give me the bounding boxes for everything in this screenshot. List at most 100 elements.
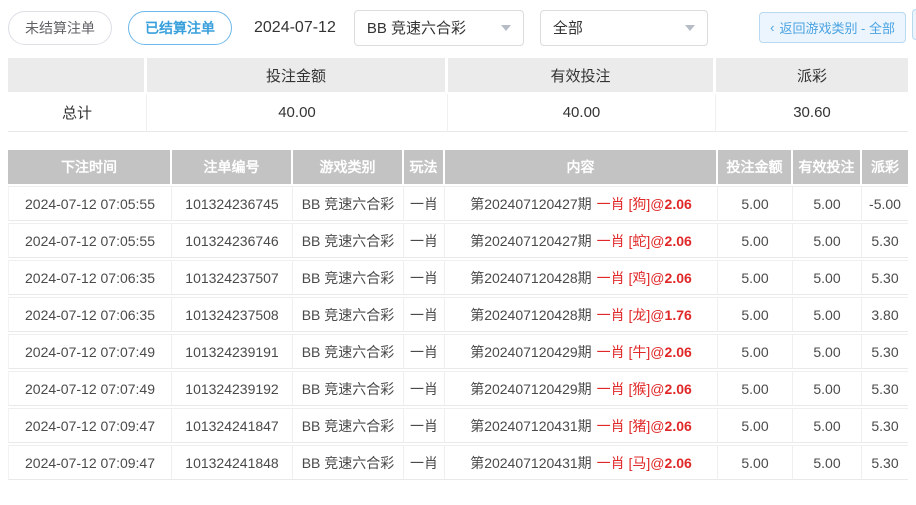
bet-period: 第202407120428期 — [470, 270, 591, 286]
cell-bet-time: 2024-07-12 07:05:55 — [8, 223, 172, 258]
chevron-down-icon — [685, 25, 695, 31]
cell-valid-bet: 5.00 — [793, 408, 862, 443]
game-type-select[interactable]: BB 竞速六合彩 — [354, 10, 524, 46]
table-row: 2024-07-12 07:06:35 101324237508 BB 竞速六合… — [8, 297, 908, 332]
cell-payout: 3.80 — [862, 297, 908, 332]
cell-game-type: BB 竞速六合彩 — [293, 297, 404, 332]
cell-order-no: 101324236745 — [172, 186, 293, 221]
cell-bet-amount: 5.00 — [718, 408, 793, 443]
cell-game-type: BB 竞速六合彩 — [293, 334, 404, 369]
cell-game-type: BB 竞速六合彩 — [293, 371, 404, 406]
bet-selection: 一肖 [猴]@ — [597, 381, 665, 397]
summary-header-valid-bet: 有效投注 — [448, 58, 716, 92]
orders-header-row: 下注时间 注单编号 游戏类别 玩法 内容 投注金额 有效投注 派彩 — [8, 150, 908, 184]
cell-valid-bet: 5.00 — [793, 297, 862, 332]
summary-total-row: 总计 40.00 40.00 30.60 — [8, 94, 908, 132]
cell-order-no: 101324237507 — [172, 260, 293, 295]
cell-payout: -5.00 — [862, 186, 908, 221]
chevron-down-icon — [501, 25, 511, 31]
cell-bet-time: 2024-07-12 07:09:47 — [8, 445, 172, 480]
table-row: 2024-07-12 07:05:55 101324236745 BB 竞速六合… — [8, 186, 908, 221]
col-header-order-no: 注单编号 — [172, 150, 293, 184]
bet-selection: 一肖 [龙]@ — [597, 307, 665, 323]
tab-unsettled-orders[interactable]: 未结算注单 — [8, 11, 112, 45]
summary-header-bet-amount: 投注金额 — [147, 58, 448, 92]
tab-settled-orders[interactable]: 已结算注单 — [128, 11, 232, 45]
cell-payout: 5.30 — [862, 223, 908, 258]
bet-odds: 2.06 — [665, 196, 692, 212]
cell-bet-amount: 5.00 — [718, 223, 793, 258]
cell-order-no: 101324239192 — [172, 371, 293, 406]
bet-period: 第202407120431期 — [470, 418, 591, 434]
cell-content: 第202407120429期一肖 [猴]@2.06 — [445, 371, 718, 406]
summary-table: 投注金额 有效投注 派彩 总计 40.00 40.00 30.60 — [8, 56, 908, 134]
table-row: 2024-07-12 07:07:49 101324239191 BB 竞速六合… — [8, 334, 908, 369]
cell-content: 第202407120427期一肖 [蛇]@2.06 — [445, 223, 718, 258]
bet-period: 第202407120429期 — [470, 381, 591, 397]
col-header-play-type: 玩法 — [404, 150, 445, 184]
filter-select[interactable]: 全部 — [540, 10, 708, 46]
bet-period: 第202407120427期 — [470, 196, 591, 212]
cell-valid-bet: 5.00 — [793, 334, 862, 369]
summary-header-payout: 派彩 — [716, 58, 908, 92]
col-header-bet-time: 下注时间 — [8, 150, 172, 184]
summary-payout-value: 30.60 — [716, 94, 908, 132]
cell-content: 第202407120429期一肖 [牛]@2.06 — [445, 334, 718, 369]
cell-play-type: 一肖 — [404, 223, 445, 258]
cell-valid-bet: 5.00 — [793, 260, 862, 295]
bet-period: 第202407120428期 — [470, 307, 591, 323]
cell-play-type: 一肖 — [404, 371, 445, 406]
bet-selection: 一肖 [蛇]@ — [597, 233, 665, 249]
bet-odds: 2.06 — [665, 381, 692, 397]
back-chevron-icon: ‹ — [770, 20, 774, 35]
cell-valid-bet: 5.00 — [793, 223, 862, 258]
bet-odds: 2.06 — [665, 233, 692, 249]
cell-content: 第202407120431期一肖 [马]@2.06 — [445, 445, 718, 480]
clipped-edge-button[interactable] — [912, 9, 916, 40]
cell-game-type: BB 竞速六合彩 — [293, 408, 404, 443]
back-to-game-category-button[interactable]: ‹ 返回游戏类别 - 全部 — [759, 12, 906, 43]
table-row: 2024-07-12 07:05:55 101324236746 BB 竞速六合… — [8, 223, 908, 258]
cell-play-type: 一肖 — [404, 334, 445, 369]
cell-order-no: 101324241848 — [172, 445, 293, 480]
summary-header-blank — [8, 58, 147, 92]
cell-content: 第202407120428期一肖 [鸡]@2.06 — [445, 260, 718, 295]
cell-payout: 5.30 — [862, 445, 908, 480]
bet-odds: 2.06 — [665, 344, 692, 360]
cell-play-type: 一肖 — [404, 260, 445, 295]
game-type-select-value: BB 竞速六合彩 — [367, 17, 466, 38]
cell-order-no: 101324239191 — [172, 334, 293, 369]
cell-bet-amount: 5.00 — [718, 445, 793, 480]
cell-game-type: BB 竞速六合彩 — [293, 223, 404, 258]
bet-period: 第202407120431期 — [470, 455, 591, 471]
cell-play-type: 一肖 — [404, 445, 445, 480]
cell-valid-bet: 5.00 — [793, 445, 862, 480]
summary-total-label: 总计 — [8, 94, 147, 132]
toolbar: 未结算注单 已结算注单 2024-07-12 BB 竞速六合彩 全部 ‹ 返回游戏… — [0, 0, 916, 48]
cell-bet-time: 2024-07-12 07:07:49 — [8, 371, 172, 406]
cell-valid-bet: 5.00 — [793, 371, 862, 406]
cell-order-no: 101324237508 — [172, 297, 293, 332]
cell-game-type: BB 竞速六合彩 — [293, 260, 404, 295]
bet-period: 第202407120429期 — [470, 344, 591, 360]
cell-content: 第202407120428期一肖 [龙]@1.76 — [445, 297, 718, 332]
back-button-label: 返回游戏类别 - 全部 — [779, 18, 895, 37]
col-header-game-type: 游戏类别 — [293, 150, 404, 184]
cell-payout: 5.30 — [862, 408, 908, 443]
col-header-valid-bet: 有效投注 — [793, 150, 862, 184]
orders-table: 下注时间 注单编号 游戏类别 玩法 内容 投注金额 有效投注 派彩 2024-0… — [8, 148, 908, 482]
cell-order-no: 101324236746 — [172, 223, 293, 258]
cell-play-type: 一肖 — [404, 186, 445, 221]
cell-payout: 5.30 — [862, 260, 908, 295]
cell-game-type: BB 竞速六合彩 — [293, 186, 404, 221]
bet-odds: 2.06 — [665, 418, 692, 434]
cell-bet-time: 2024-07-12 07:09:47 — [8, 408, 172, 443]
cell-bet-amount: 5.00 — [718, 371, 793, 406]
bet-selection: 一肖 [牛]@ — [597, 344, 665, 360]
bet-odds: 2.06 — [665, 455, 692, 471]
cell-valid-bet: 5.00 — [793, 186, 862, 221]
cell-bet-amount: 5.00 — [718, 297, 793, 332]
date-label: 2024-07-12 — [254, 19, 336, 37]
bet-selection: 一肖 [鸡]@ — [597, 270, 665, 286]
filter-select-value: 全部 — [553, 17, 583, 38]
